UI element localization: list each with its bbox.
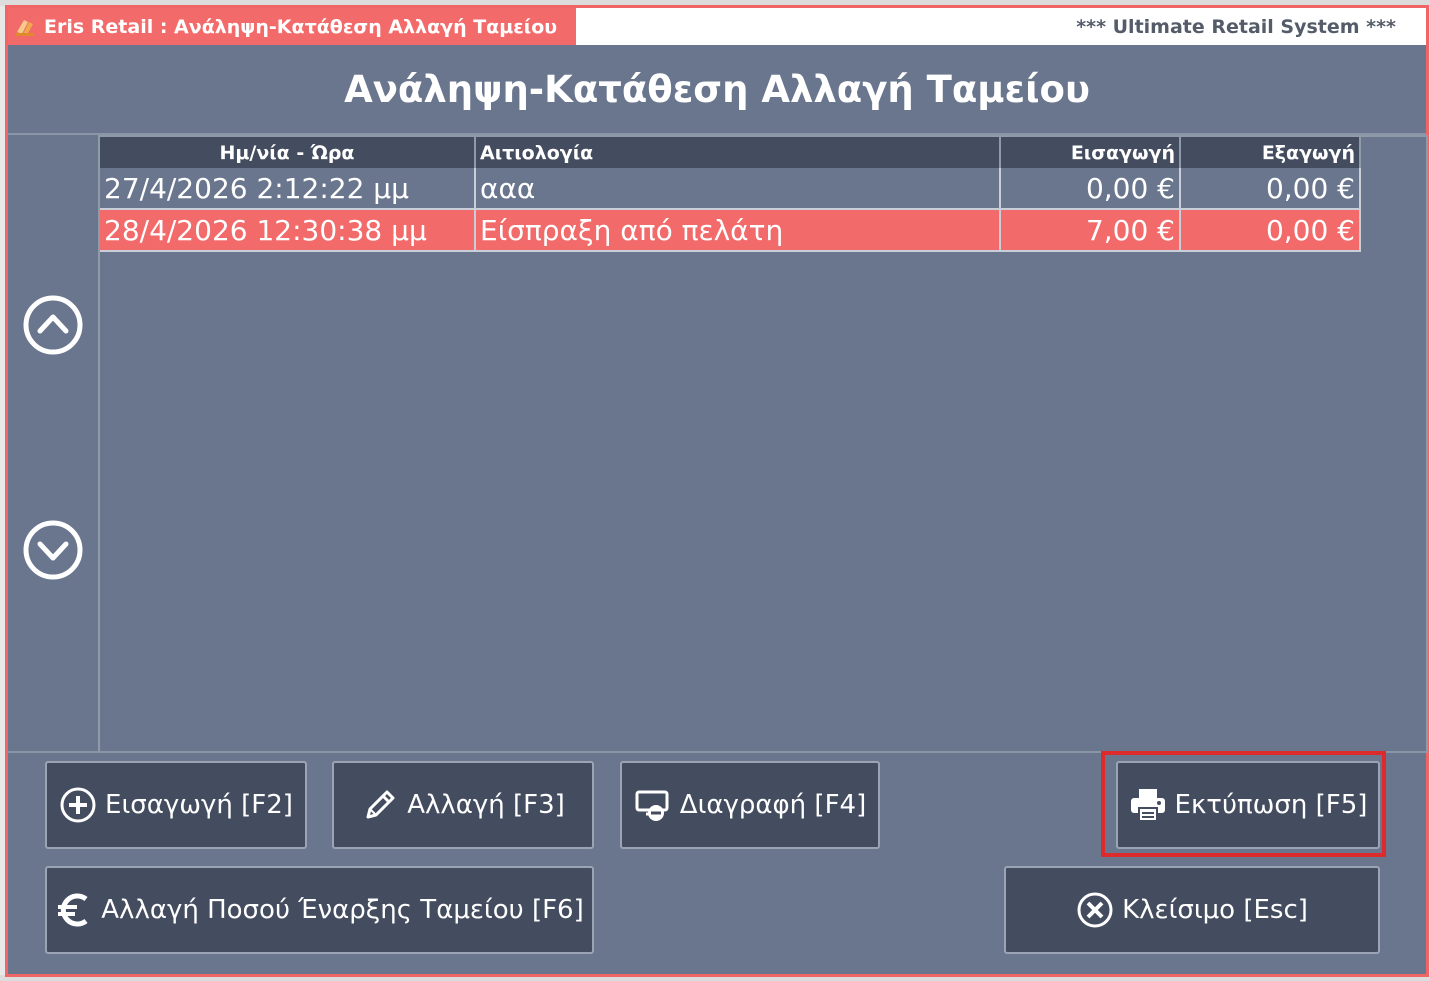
change-opening-amount-label: Αλλαγή Ποσού Έναρξης Ταμείου [F6] [101, 895, 584, 925]
window-title: Eris Retail : Ανάληψη-Κατάθεση Αλλαγή Τα… [44, 15, 558, 38]
title-bar-left: Eris Retail : Ανάληψη-Κατάθεση Αλλαγή Τα… [8, 8, 576, 45]
title-bar: Eris Retail : Ανάληψη-Κατάθεση Αλλαγή Τα… [8, 8, 1426, 45]
table-row[interactable]: 27/4/2026 2:12:22 μμ ααα 0,00 € 0,00 € [100, 168, 1361, 210]
scroll-down-button[interactable] [23, 520, 83, 580]
transactions-table: Ημ/νία - Ώρα Αιτιολογία Εισαγωγή Εξαγωγή… [100, 137, 1361, 252]
chevron-down-circle-icon [23, 520, 83, 580]
table-row-selected[interactable]: 28/4/2026 12:30:38 μμ Είσπραξη από πελάτ… [100, 209, 1361, 252]
delete-button-label: Διαγραφή [F4] [679, 790, 867, 820]
cell-reason: Είσπραξη από πελάτη [475, 209, 1001, 252]
footer-divider [8, 751, 1426, 753]
column-header-out[interactable]: Εξαγωγή [1180, 137, 1361, 168]
cell-datetime: 27/4/2026 2:12:22 μμ [100, 168, 476, 210]
column-header-in[interactable]: Εισαγωγή [1000, 137, 1181, 168]
transactions-grid[interactable]: Ημ/νία - Ώρα Αιτιολογία Εισαγωγή Εξαγωγή… [98, 135, 1428, 753]
printer-icon [1130, 789, 1165, 822]
grid-header-row: Ημ/νία - Ώρα Αιτιολογία Εισαγωγή Εξαγωγή [100, 137, 1361, 168]
column-header-datetime[interactable]: Ημ/νία - Ώρα [100, 137, 476, 168]
scroll-up-button[interactable] [23, 295, 83, 355]
edit-button-label: Αλλαγή [F3] [407, 790, 565, 820]
euro-icon [58, 893, 88, 927]
remove-screen-icon [635, 790, 669, 821]
form-header: Ανάληψη-Κατάθεση Αλλαγή Ταμείου [8, 45, 1426, 135]
app-icon [16, 19, 34, 36]
plus-circle-icon [60, 787, 96, 823]
cell-reason: ααα [475, 168, 1001, 210]
cash-drawer-window: Eris Retail : Ανάληψη-Κατάθεση Αλλαγή Τα… [5, 5, 1429, 977]
insert-button[interactable]: Εισαγωγή [F2] [45, 761, 307, 849]
close-button-label: Κλείσιμο [Esc] [1122, 895, 1308, 925]
cell-datetime: 28/4/2026 12:30:38 μμ [100, 209, 476, 252]
close-button[interactable]: Κλείσιμο [Esc] [1004, 866, 1380, 954]
x-circle-icon [1077, 892, 1113, 928]
cell-out: 0,00 € [1180, 168, 1361, 210]
column-header-reason[interactable]: Αιτιολογία [475, 137, 1001, 168]
chevron-up-circle-icon [23, 295, 83, 355]
cell-in: 7,00 € [1000, 209, 1181, 252]
print-button-label: Εκτύπωση [F5] [1174, 790, 1368, 820]
cell-in: 0,00 € [1000, 168, 1181, 210]
print-button[interactable]: Εκτύπωση [F5] [1116, 761, 1380, 849]
window-tagline: *** Ultimate Retail System *** [1076, 15, 1396, 38]
pencil-icon [366, 790, 395, 819]
change-opening-amount-button[interactable]: Αλλαγή Ποσού Έναρξης Ταμείου [F6] [45, 866, 594, 954]
edit-button[interactable]: Αλλαγή [F3] [332, 761, 594, 849]
insert-button-label: Εισαγωγή [F2] [105, 790, 293, 820]
delete-button[interactable]: Διαγραφή [F4] [620, 761, 880, 849]
cell-out: 0,00 € [1180, 209, 1361, 252]
